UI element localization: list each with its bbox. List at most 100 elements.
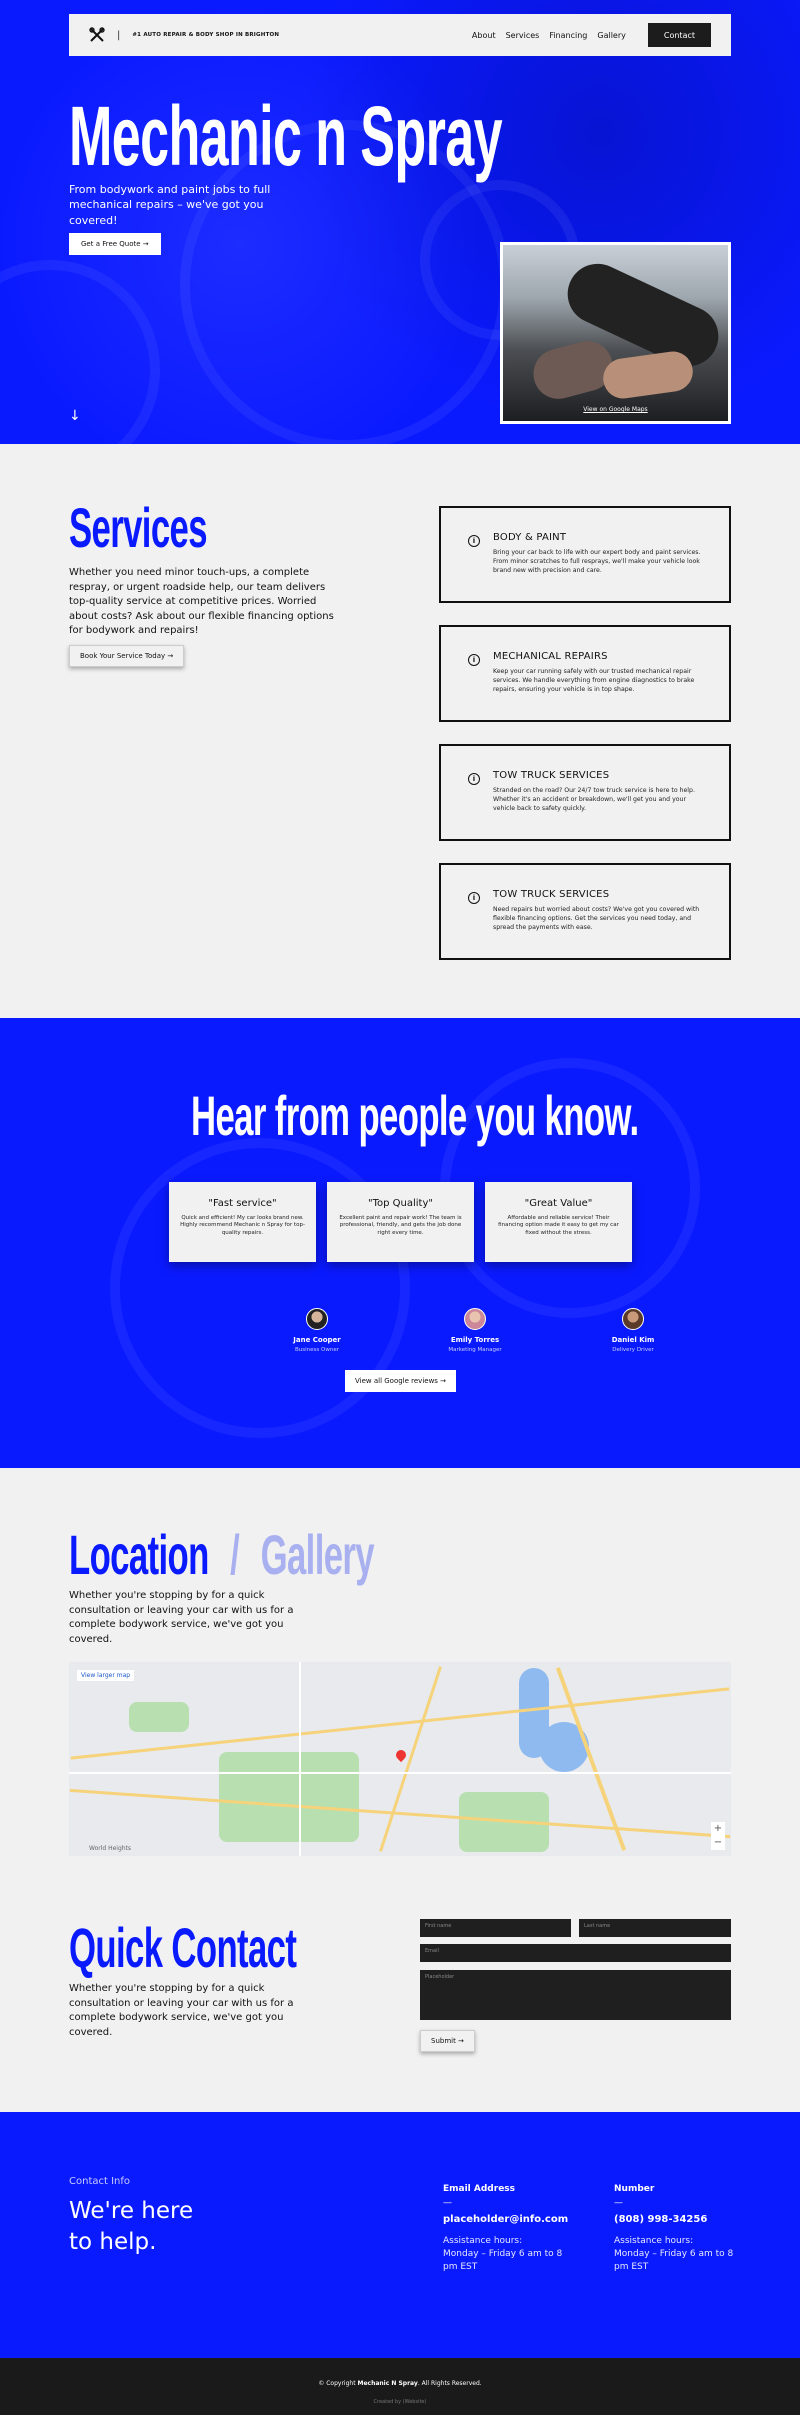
testimonial-text: Excellent paint and repair work! The tea… [339,1215,462,1236]
map-pin-icon[interactable] [393,1747,409,1763]
email-input[interactable]: Email [420,1944,731,1962]
first-name-input[interactable]: First name [420,1919,571,1937]
avatar [306,1308,328,1330]
reviewer-role: Business Owner [295,1347,339,1353]
reviewer-name: Emily Torres [450,1336,500,1344]
nav-link-gallery[interactable]: Gallery [597,31,626,40]
service-card-text: Need repairs but worried about costs? We… [493,906,700,931]
google-map[interactable]: View larger map + − World Heights [69,1662,731,1856]
map-park [219,1752,359,1842]
nav-link-about[interactable]: About [472,31,496,40]
hero-section: | #1 AUTO REPAIR & BODY SHOP IN BRIGHTON… [0,0,800,444]
zoom-in-button[interactable]: + [711,1822,725,1836]
book-service-button[interactable]: Book Your Service Today → [69,645,185,667]
hours-label: Assistance hours: [614,2236,694,2246]
wrench-screwdriver-icon[interactable] [89,27,105,43]
nav-link-services[interactable]: Services [506,31,540,40]
copyright-bar: © Copyright Mechanic N Spray. All Rights… [0,2358,800,2415]
service-card-text: Bring your car back to life with our exp… [493,549,701,574]
testimonial-text: Quick and efficient! My car looks brand … [180,1215,305,1236]
footer-heading-line: We're here [69,2198,194,2224]
email-title: Email Address [443,2184,516,2194]
phone-link[interactable]: (808) 998-34256 [614,2214,744,2225]
location-text: Whether you're stopping by for a quick c… [69,1590,294,1645]
assistance-hours: Assistance hours: Monday – Friday 6 am t… [443,2235,573,2274]
info-icon: i [468,892,480,904]
service-card-body-paint: i BODY & PAINT Bring your car back to li… [439,506,731,603]
arrow-down-icon[interactable]: ↓ [69,408,81,424]
copyright-suffix: . All Rights Reserved. [417,2380,482,2387]
testimonials-section: Hear from people you know. "Fast service… [0,1018,800,1468]
footer-heading-line: to help. [69,2229,157,2256]
reviewer-emily-torres: Emily Torres Marketing Manager [435,1308,515,1353]
service-card-text: Stranded on the road? Our 24/7 tow truck… [493,787,695,812]
view-on-maps-link[interactable]: View on Google Maps [503,406,728,413]
navbar: | #1 AUTO REPAIR & BODY SHOP IN BRIGHTON… [69,14,731,56]
avatar [622,1308,644,1330]
nav-tagline: #1 AUTO REPAIR & BODY SHOP IN BRIGHTON [132,32,280,38]
nav-links: About Services Financing Gallery [472,31,626,40]
nav-link-financing[interactable]: Financing [549,31,587,40]
assistance-hours: Assistance hours: Monday – Friday 6 am t… [614,2235,744,2274]
email-link[interactable]: placeholder@info.com [443,2214,573,2225]
testimonial-title: "Great Value" [524,1198,593,1209]
phone-title: Number [614,2184,655,2194]
service-card-tow-truck: i TOW TRUCK SERVICES Stranded on the roa… [439,744,731,841]
map-park [129,1702,189,1732]
info-icon: i [468,535,480,547]
location-section: Location / Gallery Whether you're stoppi… [0,1468,800,2112]
map-street [299,1662,301,1856]
view-larger-map-link[interactable]: View larger map [77,1670,135,1681]
hours-value: Monday – Friday 6 am to 8 pm EST [443,2249,563,2273]
map-road [69,1788,731,1839]
testimonials-title: Hear from people you know. [191,1084,639,1147]
testimonial-title: "Top Quality" [368,1198,433,1209]
credit-text: Created by (Website) [373,2399,427,2405]
footer-heading: We're here to help. [69,2196,193,2258]
service-card-financing: i TOW TRUCK SERVICES Need repairs but wo… [439,863,731,960]
testimonial-card: "Fast service" Quick and efficient! My c… [169,1182,316,1262]
testimonial-card: "Top Quality" Excellent paint and repair… [327,1182,474,1262]
quick-contact-title: Quick Contact [69,1916,297,1979]
map-label: World Heights [89,1845,132,1852]
service-card-title: TOW TRUCK SERVICES [493,770,610,781]
reviewer-role: Marketing Manager [448,1347,502,1353]
gallery-title: Gallery [260,1523,375,1586]
google-reviews-button[interactable]: View all Google reviews → [345,1370,457,1392]
testimonial-title: "Fast service" [208,1198,277,1209]
photo-hand [600,348,696,402]
reviewer-role: Delivery Driver [612,1347,654,1353]
info-icon: i [468,654,480,666]
zoom-out-button[interactable]: − [711,1836,725,1850]
free-quote-button[interactable]: Get a Free Quote → [69,233,161,255]
map-road [379,1666,442,1852]
service-card-text: Keep your car running safely with our tr… [493,668,695,693]
reviewer-daniel-kim: Daniel Kim Delivery Driver [593,1308,673,1353]
dash: — [614,2198,623,2208]
testimonial-card: "Great Value" Affordable and reliable se… [485,1182,632,1262]
submit-button[interactable]: Submit → [420,2030,475,2052]
contact-info-label: Contact Info [69,2176,131,2187]
reviewer-jane-cooper: Jane Cooper Business Owner [277,1308,357,1353]
location-title: Location [69,1523,209,1586]
title-separator: / [230,1523,240,1586]
map-zoom-controls: + − [711,1822,725,1850]
map-street [69,1772,731,1774]
info-icon: i [468,773,480,785]
location-gallery-title: Location / Gallery [69,1527,375,1583]
avatar [464,1308,486,1330]
hours-value: Monday – Friday 6 am to 8 pm EST [614,2249,734,2273]
service-card-title: BODY & PAINT [493,532,567,543]
hero-subtitle: From bodywork and paint jobs to full mec… [69,183,271,227]
service-card-mechanical: i MECHANICAL REPAIRS Keep your car runni… [439,625,731,722]
last-name-input[interactable]: Last name [579,1919,731,1937]
reviewer-name: Daniel Kim [611,1336,655,1344]
services-text: Whether you need minor touch-ups, a comp… [69,567,334,636]
hours-label: Assistance hours: [443,2236,523,2246]
dash: — [443,2198,452,2208]
nav-divider: | [117,29,121,41]
hero-title: Mechanic n Spray [69,89,503,183]
contact-button[interactable]: Contact [647,23,711,47]
message-textarea[interactable]: Placeholder [420,1970,731,2020]
email-column: Email Address — placeholder@info.com Ass… [443,2184,573,2274]
